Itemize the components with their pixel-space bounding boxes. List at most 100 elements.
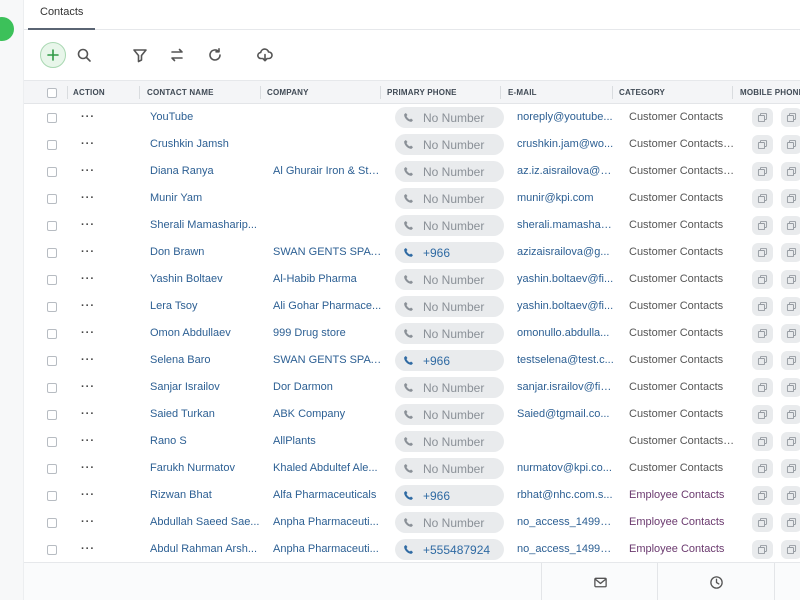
email-link[interactable]: munir@kpi.com xyxy=(517,185,615,212)
mobile-copy-button[interactable] xyxy=(752,324,773,343)
mobile-phone-button[interactable] xyxy=(781,486,800,505)
contact-name-link[interactable]: Diana Ranya xyxy=(150,158,260,185)
row-action-menu[interactable]: ··· xyxy=(81,212,121,239)
email-link[interactable]: rbhat@nhc.com.s... xyxy=(517,482,615,509)
table-row[interactable]: ··· Sanjar Israilov Dor Darmon No Number san… xyxy=(24,374,800,401)
history-button[interactable] xyxy=(707,574,725,590)
primary-phone-button[interactable]: No Number xyxy=(395,215,504,236)
row-action-menu[interactable]: ··· xyxy=(81,401,121,428)
search-button[interactable] xyxy=(71,42,97,68)
mobile-phone-button[interactable] xyxy=(781,324,800,343)
status-indicator[interactable] xyxy=(0,17,14,41)
contact-name-link[interactable]: YouTube xyxy=(150,104,260,131)
row-action-menu[interactable]: ··· xyxy=(81,158,121,185)
table-row[interactable]: ··· Rano S AllPlants No Number Customer Cont… xyxy=(24,428,800,455)
mobile-phone-button[interactable] xyxy=(781,162,800,181)
mobile-copy-button[interactable] xyxy=(752,297,773,316)
table-row[interactable]: ··· Rizwan Bhat Alfa Pharmaceuticals +966 rb… xyxy=(24,482,800,509)
mobile-phone-button[interactable] xyxy=(781,108,800,127)
company-link[interactable]: Al-Habib Pharma xyxy=(273,266,383,293)
contact-name-link[interactable]: Rizwan Bhat xyxy=(150,482,260,509)
contact-name-link[interactable]: Abdul Rahman Arsh... xyxy=(150,536,260,562)
company-link[interactable]: Anpha Pharmaceuti... xyxy=(273,509,383,536)
primary-phone-button[interactable]: No Number xyxy=(395,458,504,479)
company-link[interactable]: 999 Drug store xyxy=(273,320,383,347)
mobile-copy-button[interactable] xyxy=(752,486,773,505)
table-row[interactable]: ··· Farukh Nurmatov Khaled Abdultef Ale...… xyxy=(24,455,800,482)
mail-button[interactable] xyxy=(591,574,609,590)
row-action-menu[interactable]: ··· xyxy=(81,428,121,455)
header-primary-phone[interactable]: PRIMARY PHONE xyxy=(387,81,497,104)
company-link[interactable] xyxy=(273,104,383,131)
mobile-copy-button[interactable] xyxy=(752,405,773,424)
row-checkbox[interactable] xyxy=(47,167,57,177)
mobile-phone-button[interactable] xyxy=(781,351,800,370)
primary-phone-button[interactable]: +555487924 xyxy=(395,539,504,560)
primary-phone-button[interactable]: No Number xyxy=(395,323,504,344)
mobile-phone-button[interactable] xyxy=(781,540,800,559)
contact-name-link[interactable]: Sanjar Israilov xyxy=(150,374,260,401)
mobile-phone-button[interactable] xyxy=(781,459,800,478)
select-all-checkbox[interactable] xyxy=(47,88,57,98)
mobile-copy-button[interactable] xyxy=(752,108,773,127)
email-link[interactable]: Saied@tgmail.co... xyxy=(517,401,615,428)
primary-phone-button[interactable]: No Number xyxy=(395,188,504,209)
primary-phone-button[interactable]: No Number xyxy=(395,512,504,533)
table-row[interactable]: ··· YouTube No Number noreply@youtube... Cus… xyxy=(24,104,800,131)
mobile-copy-button[interactable] xyxy=(752,162,773,181)
company-link[interactable]: SWAN GENTS SPA C... xyxy=(273,239,383,266)
row-checkbox[interactable] xyxy=(47,329,57,339)
company-link[interactable]: Alfa Pharmaceuticals xyxy=(273,482,383,509)
row-checkbox[interactable] xyxy=(47,383,57,393)
email-link[interactable]: no_access_149932... xyxy=(517,509,615,536)
primary-phone-button[interactable]: +966 xyxy=(395,242,504,263)
company-link[interactable]: Anpha Pharmaceuti... xyxy=(273,536,383,562)
row-action-menu[interactable]: ··· xyxy=(81,536,121,562)
email-link[interactable]: sanjar.israilov@fin... xyxy=(517,374,615,401)
contact-name-link[interactable]: Omon Abdullaev xyxy=(150,320,260,347)
mobile-copy-button[interactable] xyxy=(752,243,773,262)
table-row[interactable]: ··· Diana Ranya Al Ghurair Iron & Ste... No… xyxy=(24,158,800,185)
table-row[interactable]: ··· Crushkin Jamsh No Number crushkin.jam@w… xyxy=(24,131,800,158)
table-row[interactable]: ··· Munir Yam No Number munir@kpi.com Custom… xyxy=(24,185,800,212)
contact-name-link[interactable]: Abdullah Saeed Sae... xyxy=(150,509,260,536)
mobile-phone-button[interactable] xyxy=(781,189,800,208)
table-row[interactable]: ··· Abdullah Saeed Sae... Anpha Pharmaceut… xyxy=(24,509,800,536)
contact-name-link[interactable]: Yashin Boltaev xyxy=(150,266,260,293)
company-link[interactable]: AllPlants xyxy=(273,428,383,455)
company-link[interactable]: Ali Gohar Pharmace... xyxy=(273,293,383,320)
table-row[interactable]: ··· Abdul Rahman Arsh... Anpha Pharmaceuti… xyxy=(24,536,800,562)
row-action-menu[interactable]: ··· xyxy=(81,266,121,293)
table-row[interactable]: ··· Don Brawn SWAN GENTS SPA C... +966 aziza… xyxy=(24,239,800,266)
email-link[interactable]: azizaisrailova@g... xyxy=(517,239,615,266)
contact-name-link[interactable]: Rano S xyxy=(150,428,260,455)
add-contact-button[interactable] xyxy=(40,42,66,68)
mobile-phone-button[interactable] xyxy=(781,378,800,397)
row-action-menu[interactable]: ··· xyxy=(81,320,121,347)
mobile-copy-button[interactable] xyxy=(752,540,773,559)
email-link[interactable]: noreply@youtube... xyxy=(517,104,615,131)
primary-phone-button[interactable]: +966 xyxy=(395,350,504,371)
mobile-copy-button[interactable] xyxy=(752,216,773,235)
mobile-copy-button[interactable] xyxy=(752,432,773,451)
company-link[interactable] xyxy=(273,131,383,158)
header-email[interactable]: E-MAIL xyxy=(508,81,608,104)
table-row[interactable]: ··· Selena Baro SWAN GENTS SPA C... +966 tes… xyxy=(24,347,800,374)
filter-button[interactable] xyxy=(127,42,153,68)
header-action[interactable]: ACTION xyxy=(73,81,138,104)
header-contact-name[interactable]: CONTACT NAME xyxy=(147,81,257,104)
mobile-phone-button[interactable] xyxy=(781,216,800,235)
mobile-copy-button[interactable] xyxy=(752,513,773,532)
table-row[interactable]: ··· Yashin Boltaev Al-Habib Pharma No Numbe… xyxy=(24,266,800,293)
primary-phone-button[interactable]: No Number xyxy=(395,404,504,425)
email-link[interactable]: crushkin.jam@wo... xyxy=(517,131,615,158)
row-action-menu[interactable]: ··· xyxy=(81,131,121,158)
email-link[interactable]: testselena@test.c... xyxy=(517,347,615,374)
download-button[interactable] xyxy=(252,42,278,68)
row-checkbox[interactable] xyxy=(47,113,57,123)
row-action-menu[interactable]: ··· xyxy=(81,455,121,482)
primary-phone-button[interactable]: No Number xyxy=(395,377,504,398)
row-checkbox[interactable] xyxy=(47,140,57,150)
email-link[interactable]: sherali.mamashari... xyxy=(517,212,615,239)
header-category[interactable]: CATEGORY xyxy=(619,81,729,104)
